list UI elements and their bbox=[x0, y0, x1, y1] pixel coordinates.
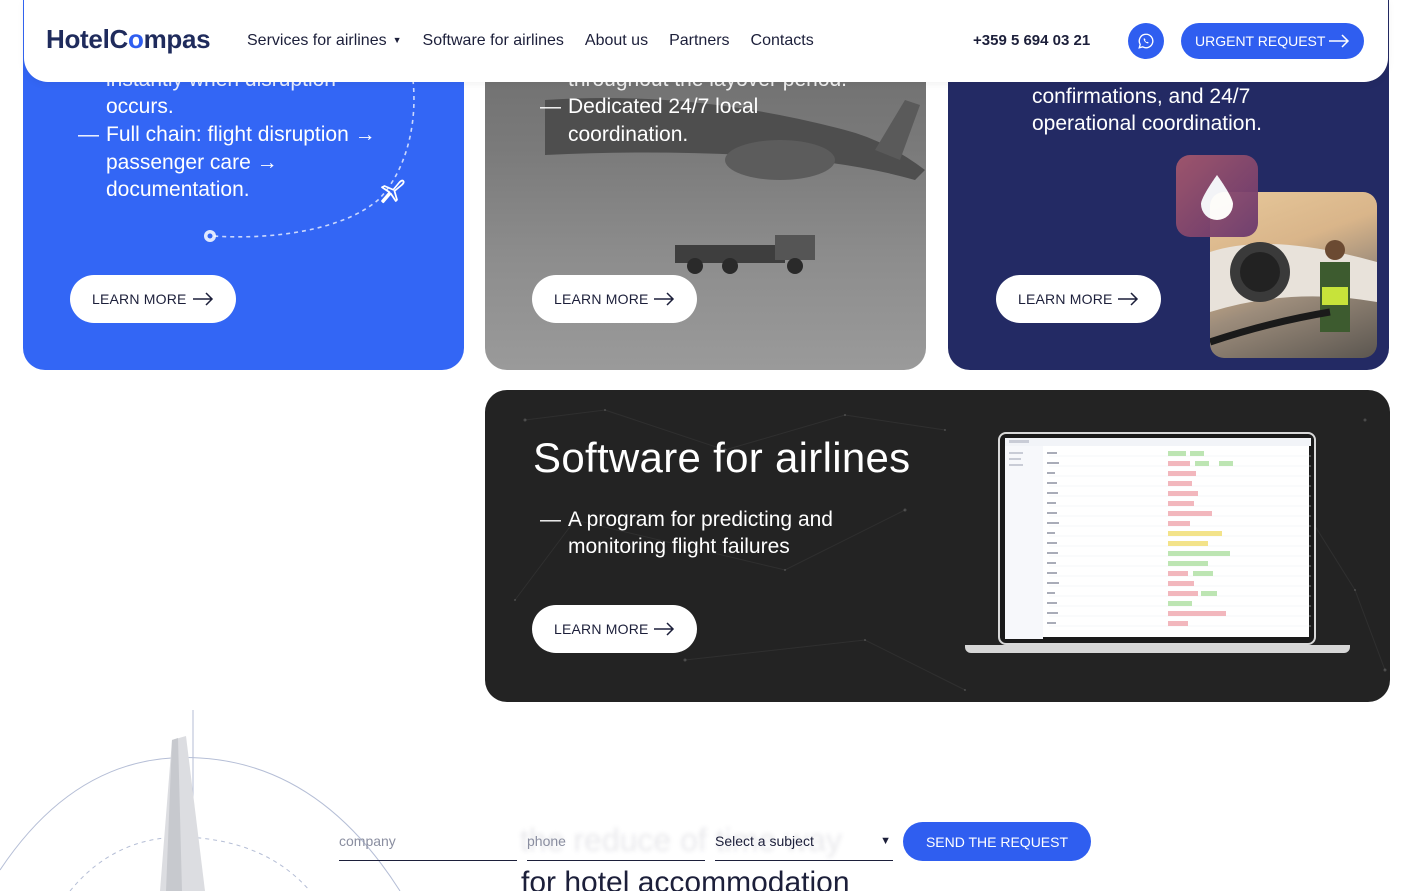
nav-about-us[interactable]: About us bbox=[585, 32, 648, 50]
software-card: Software for airlines — A program for pre… bbox=[485, 390, 1390, 702]
phone-number-link[interactable]: +359 5 694 03 21 bbox=[973, 32, 1090, 49]
company-field[interactable]: company bbox=[339, 824, 517, 861]
nav-contacts[interactable]: Contacts bbox=[751, 32, 814, 50]
learn-more-button[interactable]: LEARN MORE bbox=[532, 605, 697, 653]
tow-truck-image bbox=[675, 235, 815, 274]
card-text: operational coordination. bbox=[1032, 112, 1262, 135]
nav-partners[interactable]: Partners bbox=[669, 32, 729, 50]
chevron-down-icon: ▼ bbox=[880, 835, 891, 847]
site-header: HotelCompas Services for airlines ▼ Softw… bbox=[24, 0, 1388, 82]
arrow-right-icon bbox=[654, 622, 675, 636]
subject-select[interactable]: Select a subject ▼ bbox=[715, 824, 893, 861]
compass-decoration bbox=[0, 710, 401, 891]
chevron-down-icon: ▼ bbox=[392, 35, 402, 45]
software-title: Software for airlines bbox=[533, 434, 911, 481]
fuel-drop-icon bbox=[1201, 175, 1233, 220]
card-bullet: — Dedicated 24/7 local bbox=[540, 95, 759, 118]
nav-services-for-airlines[interactable]: Services for airlines ▼ bbox=[247, 32, 402, 50]
learn-more-button[interactable]: LEARN MORE bbox=[996, 275, 1161, 323]
phone-field[interactable]: phone bbox=[527, 824, 705, 861]
card-text: occurs. bbox=[106, 95, 174, 118]
arrow-right-icon bbox=[1118, 292, 1139, 306]
plane-icon bbox=[381, 179, 405, 204]
card-text: confirmations, and 24/7 bbox=[1032, 85, 1251, 108]
card-text: coordination. bbox=[568, 123, 689, 146]
nav-software-for-airlines[interactable]: Software for airlines bbox=[423, 32, 564, 50]
card-bullet: — A program for predicting and bbox=[540, 508, 833, 531]
main-nav: Services for airlines ▼ Software for airl… bbox=[247, 32, 835, 50]
urgent-request-button[interactable]: URGENT REQUEST bbox=[1181, 23, 1364, 59]
whatsapp-button[interactable] bbox=[1128, 23, 1164, 59]
arrow-right-icon bbox=[1329, 34, 1350, 48]
arrow-right-icon bbox=[654, 292, 675, 306]
site-logo[interactable]: HotelCompas bbox=[46, 24, 211, 55]
card-text: monitoring flight failures bbox=[568, 535, 790, 558]
fuel-drop-badge bbox=[1176, 155, 1258, 237]
learn-more-button[interactable]: LEARN MORE bbox=[70, 275, 236, 323]
card-text: documentation. bbox=[106, 178, 250, 201]
laptop-screenshot bbox=[965, 430, 1350, 655]
send-request-button[interactable]: SEND THE REQUEST bbox=[903, 822, 1091, 861]
arrow-right-icon bbox=[193, 292, 214, 306]
section-heading: for hotel accommodation bbox=[521, 866, 850, 891]
learn-more-button[interactable]: LEARN MORE bbox=[532, 275, 697, 323]
card-bullet: — Full chain: flight disruption → bbox=[78, 123, 376, 146]
card-text: passenger care → bbox=[106, 151, 278, 174]
gantt-chart-preview bbox=[1005, 438, 1311, 639]
whatsapp-icon bbox=[1138, 33, 1154, 49]
